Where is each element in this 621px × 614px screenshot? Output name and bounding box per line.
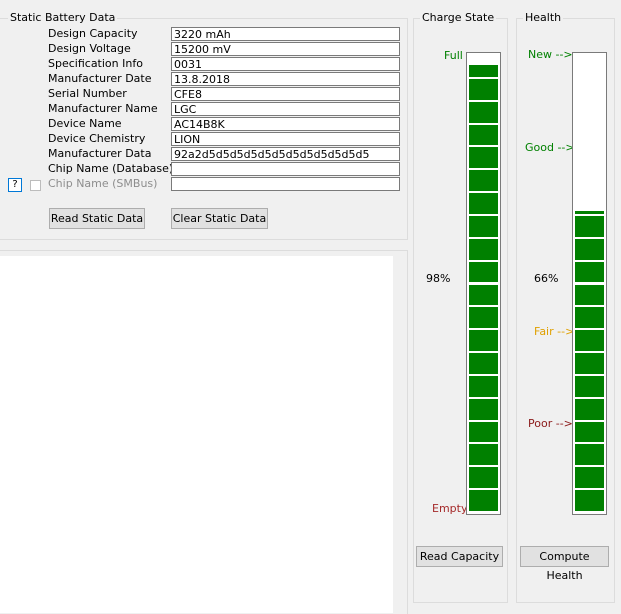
- field-value[interactable]: 15200 mV: [171, 42, 400, 56]
- field-value[interactable]: [171, 177, 400, 191]
- field-label: Design Voltage: [48, 42, 131, 55]
- charge-percent: 98%: [426, 272, 451, 285]
- health-segment: [575, 398, 604, 420]
- health-new-label: New -->: [528, 48, 573, 61]
- field-label: Manufacturer Data: [48, 147, 152, 160]
- charge-segment: [469, 101, 498, 123]
- health-segment: [575, 330, 604, 352]
- field-value[interactable]: 13.8.2018: [171, 72, 400, 86]
- health-segment: [575, 261, 604, 283]
- health-segment: [575, 353, 604, 374]
- health-segment: [575, 238, 604, 260]
- field-label: Device Name: [48, 117, 122, 130]
- charge-segment: [469, 215, 498, 237]
- charge-segment: [469, 398, 498, 420]
- field-value[interactable]: 0031: [171, 57, 400, 71]
- charge-segment: [469, 490, 498, 511]
- output-area[interactable]: [0, 256, 393, 613]
- charge-full-label: Full: [444, 49, 463, 62]
- charge-segment: [469, 307, 498, 329]
- field-label: Serial Number: [48, 87, 127, 100]
- read-static-data-button[interactable]: Read Static Data: [49, 208, 145, 229]
- health-good-label: Good -->: [525, 141, 575, 154]
- charge-segment: [469, 330, 498, 352]
- health-segment: [575, 490, 604, 511]
- charge-segment: [469, 467, 498, 489]
- charge-empty-label: Empty: [432, 502, 468, 515]
- charge-segment: [469, 65, 498, 77]
- field-label: Specification Info: [48, 57, 143, 70]
- charge-segment: [469, 170, 498, 192]
- field-value[interactable]: 92a2d5d5d5d5d5d5d5d5d5d5d5d5: [171, 147, 400, 161]
- health-fair-label: Fair -->: [534, 325, 575, 338]
- health-segment: [575, 211, 604, 214]
- field-value[interactable]: CFE8: [171, 87, 400, 101]
- health-percent: 66%: [534, 272, 559, 285]
- clear-static-data-button[interactable]: Clear Static Data: [171, 208, 268, 229]
- field-label: Chip Name (Database): [48, 162, 174, 175]
- charge-segment: [469, 284, 498, 306]
- field-value[interactable]: LGC: [171, 102, 400, 116]
- charge-segment: [469, 193, 498, 214]
- charge-segment: [469, 444, 498, 466]
- health-segment: [575, 307, 604, 329]
- health-segment: [575, 421, 604, 443]
- health-segment: [575, 375, 604, 397]
- health-segment: [575, 284, 604, 306]
- health-segment: [575, 467, 604, 489]
- charge-segment: [469, 421, 498, 443]
- field-label: Manufacturer Date: [48, 72, 152, 85]
- charge-segment: [469, 353, 498, 374]
- help-icon[interactable]: ?: [8, 178, 22, 192]
- charge-segment: [469, 238, 498, 260]
- charge-segment: [469, 261, 498, 283]
- field-value[interactable]: [171, 162, 400, 176]
- charge-state-title: Charge State: [420, 11, 497, 24]
- health-segment: [575, 444, 604, 466]
- field-value[interactable]: 3220 mAh: [171, 27, 400, 41]
- charge-segment: [469, 147, 498, 169]
- field-label: Design Capacity: [48, 27, 138, 40]
- health-title: Health: [523, 11, 564, 24]
- read-capacity-button[interactable]: Read Capacity: [416, 546, 503, 567]
- charge-segment: [469, 375, 498, 397]
- charge-segment: [469, 78, 498, 100]
- field-value[interactable]: LION: [171, 132, 400, 146]
- field-label: Device Chemistry: [48, 132, 146, 145]
- charge-meter: [466, 52, 501, 515]
- compute-health-button[interactable]: Compute Health: [520, 546, 609, 582]
- static-battery-data-title: Static Battery Data: [8, 11, 118, 24]
- chip-name-smbus-checkbox[interactable]: [30, 180, 41, 191]
- health-segment: [575, 215, 604, 237]
- health-poor-label: Poor -->: [528, 417, 573, 430]
- charge-segment: [469, 124, 498, 146]
- health-meter: [572, 52, 607, 515]
- field-label: Chip Name (SMBus): [48, 177, 158, 190]
- field-label: Manufacturer Name: [48, 102, 158, 115]
- field-value[interactable]: AC14B8K: [171, 117, 400, 131]
